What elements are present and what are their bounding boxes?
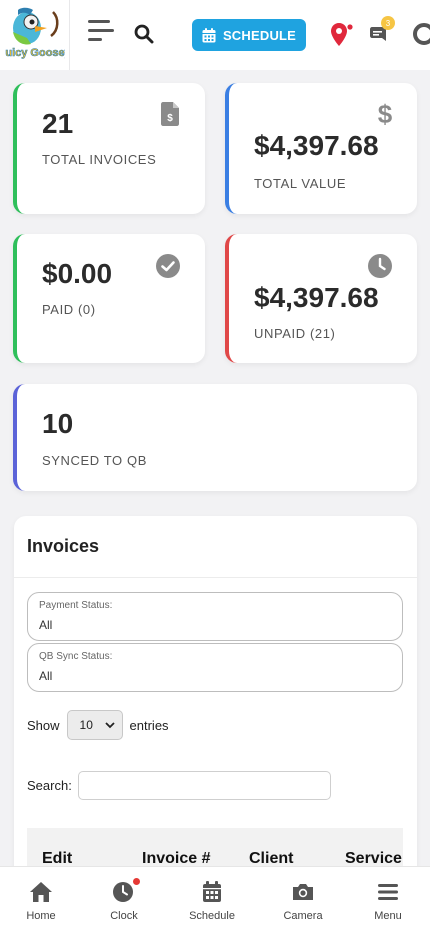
search-input[interactable] bbox=[77, 770, 331, 800]
qb-sync-status-select[interactable]: QB Sync Status: All bbox=[27, 643, 403, 692]
search-label: Search: bbox=[27, 777, 72, 793]
table-search: Search: bbox=[27, 770, 331, 800]
search-icon bbox=[134, 24, 154, 44]
search-button[interactable] bbox=[134, 24, 156, 46]
payment-status-label: Payment Status: bbox=[39, 600, 113, 611]
total-value-value: $4,397.68 bbox=[254, 130, 379, 161]
synced-label: SYNCED TO QB bbox=[42, 453, 147, 468]
entries-select[interactable]: 10 bbox=[66, 710, 123, 740]
nav-item-menu[interactable]: Menu bbox=[353, 867, 423, 932]
nav-label-camera: Camera bbox=[283, 910, 323, 922]
invoice-dollar-icon: $ bbox=[161, 102, 179, 126]
messages-badge: 3 bbox=[381, 16, 395, 30]
unpaid-card: $4,397.68 UNPAID (21) bbox=[225, 234, 417, 363]
nav-item-schedule[interactable]: Schedule bbox=[177, 867, 247, 932]
svg-text:$: $ bbox=[167, 113, 173, 124]
entries-control: Show 10 entries bbox=[27, 710, 169, 740]
dollar-icon: $ bbox=[378, 101, 393, 127]
map-pin-icon bbox=[331, 23, 353, 46]
chevron-down-icon bbox=[104, 721, 115, 728]
nav-item-home[interactable]: Home bbox=[6, 867, 76, 932]
schedule-button[interactable]: SCHEDULE bbox=[192, 19, 306, 51]
paid-value: $0.00 bbox=[42, 258, 113, 289]
home-icon bbox=[30, 882, 52, 902]
total-invoices-card: 21 TOTAL INVOICES $ bbox=[13, 83, 205, 214]
entries-select-value: 10 bbox=[79, 718, 93, 732]
paid-card: $0.00 PAID (0) bbox=[13, 234, 205, 363]
clock-icon bbox=[368, 254, 392, 278]
camera-icon bbox=[293, 884, 313, 900]
clock-alert-dot bbox=[133, 878, 140, 885]
nav-item-camera[interactable]: Camera bbox=[268, 867, 338, 932]
entries-label: entries bbox=[129, 717, 169, 733]
invoices-title: Invoices bbox=[27, 536, 100, 556]
sidebar-toggle-button[interactable] bbox=[88, 20, 114, 42]
calendar-icon bbox=[203, 881, 221, 902]
nav-label-schedule: Schedule bbox=[189, 910, 235, 922]
unpaid-value: $4,397.68 bbox=[254, 282, 379, 313]
goose-logo-icon: Juicy Goosey bbox=[5, 7, 65, 59]
app-logo[interactable]: Juicy Goosey bbox=[0, 0, 70, 70]
synced-card: 10 SYNCED TO QB bbox=[13, 384, 417, 491]
menu-icon bbox=[378, 884, 398, 900]
total-invoices-value: 21 bbox=[42, 108, 74, 139]
nav-label-clock: Clock bbox=[110, 910, 138, 922]
location-button[interactable] bbox=[330, 22, 353, 48]
schedule-button-label: SCHEDULE bbox=[222, 27, 297, 43]
bottom-navigation: Home Clock Schedule Camera Menu bbox=[0, 866, 430, 932]
top-bar: Juicy Goosey SCHEDULE bbox=[0, 0, 430, 70]
payment-status-value: All bbox=[39, 618, 53, 632]
svg-text:$: $ bbox=[378, 101, 393, 127]
user-avatar[interactable] bbox=[413, 23, 430, 45]
nav-item-clock[interactable]: Clock bbox=[89, 867, 159, 932]
qb-sync-status-value: All bbox=[39, 669, 53, 683]
clock-icon bbox=[113, 882, 133, 902]
check-circle-icon bbox=[156, 254, 180, 278]
total-value-card: $4,397.68 TOTAL VALUE $ bbox=[225, 83, 417, 214]
show-label: Show bbox=[27, 717, 60, 733]
divider bbox=[14, 577, 417, 578]
qb-sync-status-label: QB Sync Status: bbox=[39, 651, 113, 662]
unpaid-label: UNPAID (21) bbox=[254, 326, 336, 341]
payment-status-select[interactable]: Payment Status: All bbox=[27, 592, 403, 641]
calendar-icon bbox=[202, 27, 216, 42]
total-value-label: TOTAL VALUE bbox=[254, 176, 347, 191]
logo-text: Juicy Goosey bbox=[5, 47, 65, 59]
nav-label-home: Home bbox=[26, 910, 56, 922]
nav-label-menu: Menu bbox=[374, 910, 402, 922]
synced-value: 10 bbox=[42, 408, 74, 439]
total-invoices-label: TOTAL INVOICES bbox=[42, 152, 157, 167]
paid-label: PAID (0) bbox=[42, 302, 96, 317]
